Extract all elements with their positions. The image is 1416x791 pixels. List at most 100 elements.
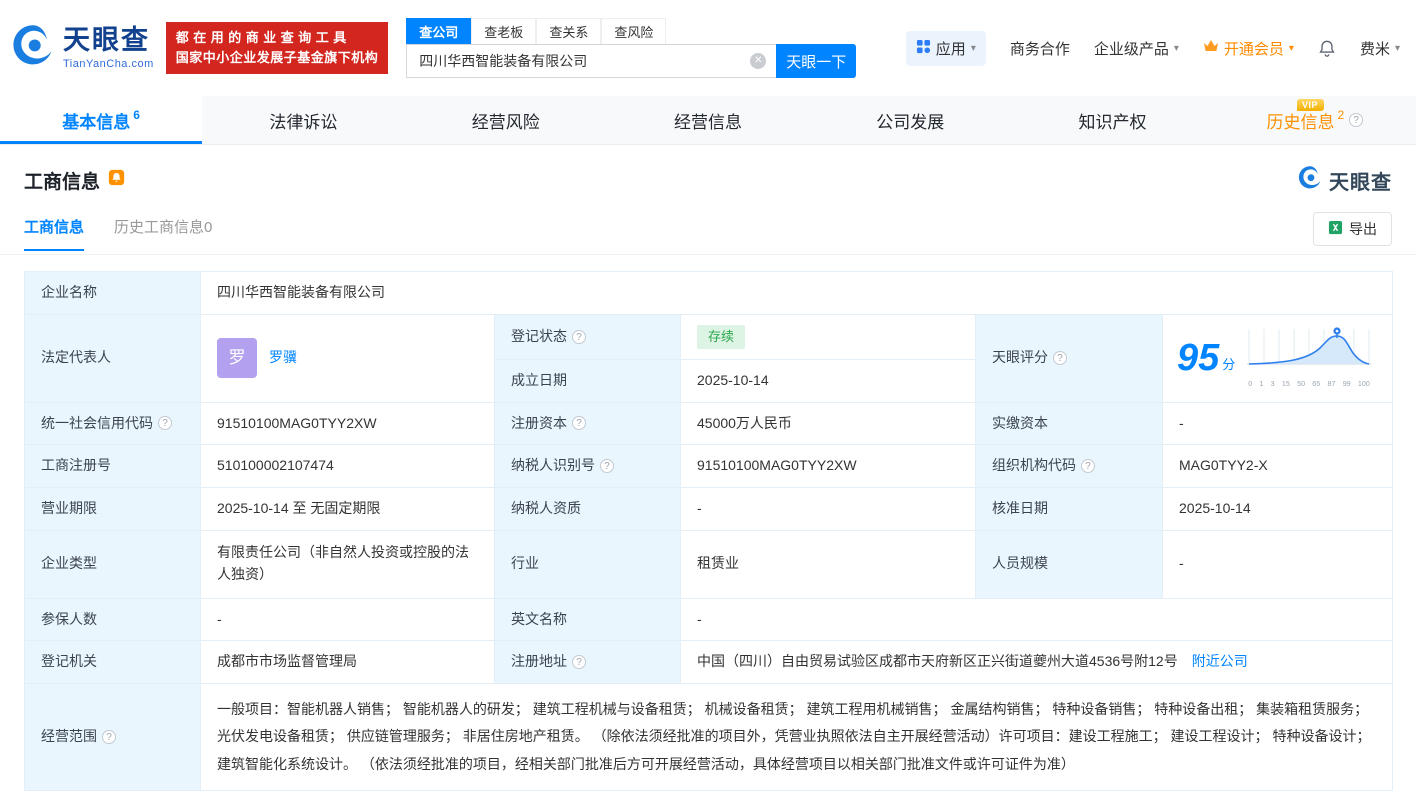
tab-company-development[interactable]: 公司发展 [809,96,1011,144]
enterprise-products-menu[interactable]: 企业级产品 ▾ [1094,38,1179,59]
help-icon[interactable]: ? [1349,113,1363,127]
paid-capital-label: 实缴资本 [976,402,1163,445]
help-icon[interactable]: ? [572,330,586,344]
bell-icon [1318,39,1336,58]
insured-count-label: 参保人数 [25,598,201,641]
help-icon[interactable]: ? [600,459,614,473]
search-tab-risk[interactable]: 查风险 [601,18,666,44]
staff-size-label: 人员规模 [976,530,1163,598]
business-scope-value: 一般项目：智能机器人销售； 智能机器人的研发； 建筑工程机械与设备租赁； 机械设… [201,683,1393,790]
taxpayer-quality-value: - [681,487,976,530]
reg-number-label: 工商注册号 [25,445,201,488]
enterprise-products-label: 企业级产品 [1094,38,1169,59]
vip-badge: VIP [1297,99,1324,111]
user-account-menu[interactable]: 费米 ▾ [1360,38,1400,59]
tab-basic-info[interactable]: 基本信息 6 [0,96,202,144]
legal-rep-value: 罗 罗骥 [201,314,495,402]
chevron-down-icon: ▾ [971,43,976,54]
tianyancha-logo[interactable]: 天眼查 TianYanCha.com [10,23,154,74]
search-input[interactable] [406,44,776,78]
tab-intellectual-property[interactable]: 知识产权 [1011,96,1213,144]
score-axis: 01 315 5065 8799 100 [1248,378,1370,389]
section-header: 工商信息 天眼查 [0,145,1416,196]
reg-capital-value: 45000万人民币 [681,402,976,445]
business-term-label: 营业期限 [25,487,201,530]
open-vip-menu[interactable]: 开通会员 ▾ [1203,38,1294,59]
tab-history-info[interactable]: VIP 历史信息 2 ? [1214,96,1416,144]
apps-label: 应用 [936,38,966,59]
legal-rep-link[interactable]: 罗骥 [269,347,297,369]
excel-icon [1328,220,1343,238]
insured-count-value: - [201,598,495,641]
tab-company-development-label: 公司发展 [876,108,944,133]
business-term-value: 2025-10-14 至 无固定期限 [201,487,495,530]
watermark-logo-icon [1297,165,1323,196]
help-icon[interactable]: ? [1053,351,1067,365]
tab-operation-info[interactable]: 经营信息 [607,96,809,144]
open-vip-label: 开通会员 [1224,38,1284,59]
industry-value: 租赁业 [681,530,976,598]
help-icon[interactable]: ? [572,655,586,669]
search-button[interactable]: 天眼一下 [776,44,856,78]
tab-legal-litigation-label: 法律诉讼 [269,108,337,133]
table-row: 企业名称 四川华西智能装备有限公司 [25,272,1393,315]
tab-operation-risk-label: 经营风险 [472,108,540,133]
tab-basic-info-label: 基本信息 [62,108,130,133]
brand-slogan-banner: 都在用的商业查询工具 国家中小企业发展子基金旗下机构 [166,22,389,74]
help-icon[interactable]: ? [1081,459,1095,473]
industry-label: 行业 [495,530,681,598]
business-cooperation-menu[interactable]: 商务合作 [1010,38,1070,59]
company-nav-tabs: 基本信息 6 法律诉讼 经营风险 经营信息 公司发展 知识产权 VIP 历史信息… [0,96,1416,145]
reg-address-value: 中国（四川）自由贸易试验区成都市天府新区正兴街道夔州大道4536号附12号附近公… [681,641,1393,684]
search-area: 查公司 查老板 查关系 查风险 ✕ 天眼一下 [406,18,856,78]
help-icon[interactable]: ? [158,416,172,430]
legal-rep-avatar[interactable]: 罗 [217,338,257,378]
apps-grid-icon [916,39,931,58]
establish-date-label: 成立日期 [495,359,681,402]
company-name-label: 企业名称 [25,272,201,315]
approval-date-label: 核准日期 [976,487,1163,530]
paid-capital-value: - [1163,402,1393,445]
username-label: 费米 [1360,38,1390,59]
credit-code-label: 统一社会信用代码? [25,402,201,445]
help-icon[interactable]: ? [102,730,116,744]
org-code-value: MAG0TYY2-X [1163,445,1393,488]
status-badge: 存续 [697,325,745,349]
legal-rep-label: 法定代表人 [25,314,201,402]
tab-operation-risk[interactable]: 经营风险 [405,96,607,144]
slogan-line1: 都在用的商业查询工具 [176,28,379,48]
subtab-business-info[interactable]: 工商信息 [24,216,84,251]
table-row: 经营范围? 一般项目：智能机器人销售； 智能机器人的研发； 建筑工程机械与设备租… [25,683,1393,790]
chevron-down-icon: ▾ [1174,43,1179,54]
reg-capital-label: 注册资本? [495,402,681,445]
apps-menu[interactable]: 应用 ▾ [906,31,986,66]
watermark-logo: 天眼查 [1297,165,1392,196]
taxpayer-id-label: 纳税人识别号? [495,445,681,488]
help-icon[interactable]: ? [572,416,586,430]
nearby-companies-link[interactable]: 附近公司 [1192,653,1248,669]
score-chart: 01 315 5065 8799 100 [1245,326,1373,389]
search-tab-company[interactable]: 查公司 [406,18,471,44]
section-title-text: 工商信息 [24,167,100,194]
reg-number-value: 510100002107474 [201,445,495,488]
search-tabs: 查公司 查老板 查关系 查风险 [406,18,856,44]
taxpayer-id-value: 91510100MAG0TYY2XW [681,445,976,488]
notifications-bell[interactable] [1318,39,1336,58]
reg-authority-label: 登记机关 [25,641,201,684]
table-row: 法定代表人 罗 罗骥 登记状态? 存续 天眼评分? 95 分 [25,314,1393,359]
tab-operation-info-label: 经营信息 [674,108,742,133]
approval-date-value: 2025-10-14 [1163,487,1393,530]
export-button[interactable]: 导出 [1313,212,1392,246]
top-menu: 应用 ▾ 商务合作 企业级产品 ▾ 开通会员 ▾ 费米 [906,31,1400,66]
table-row: 工商注册号 510100002107474 纳税人识别号? 91510100MA… [25,445,1393,488]
english-name-label: 英文名称 [495,598,681,641]
search-tab-boss[interactable]: 查老板 [471,18,536,44]
tab-legal-litigation[interactable]: 法律诉讼 [202,96,404,144]
business-cooperation-label: 商务合作 [1010,38,1070,59]
company-name-value: 四川华西智能装备有限公司 [201,272,1393,315]
section-title: 工商信息 [24,167,125,194]
monitor-bell-icon[interactable] [108,169,125,192]
reg-status-value: 存续 [681,314,976,359]
subtab-history-business-info[interactable]: 历史工商信息0 [114,216,212,251]
search-tab-relation[interactable]: 查关系 [536,18,601,44]
